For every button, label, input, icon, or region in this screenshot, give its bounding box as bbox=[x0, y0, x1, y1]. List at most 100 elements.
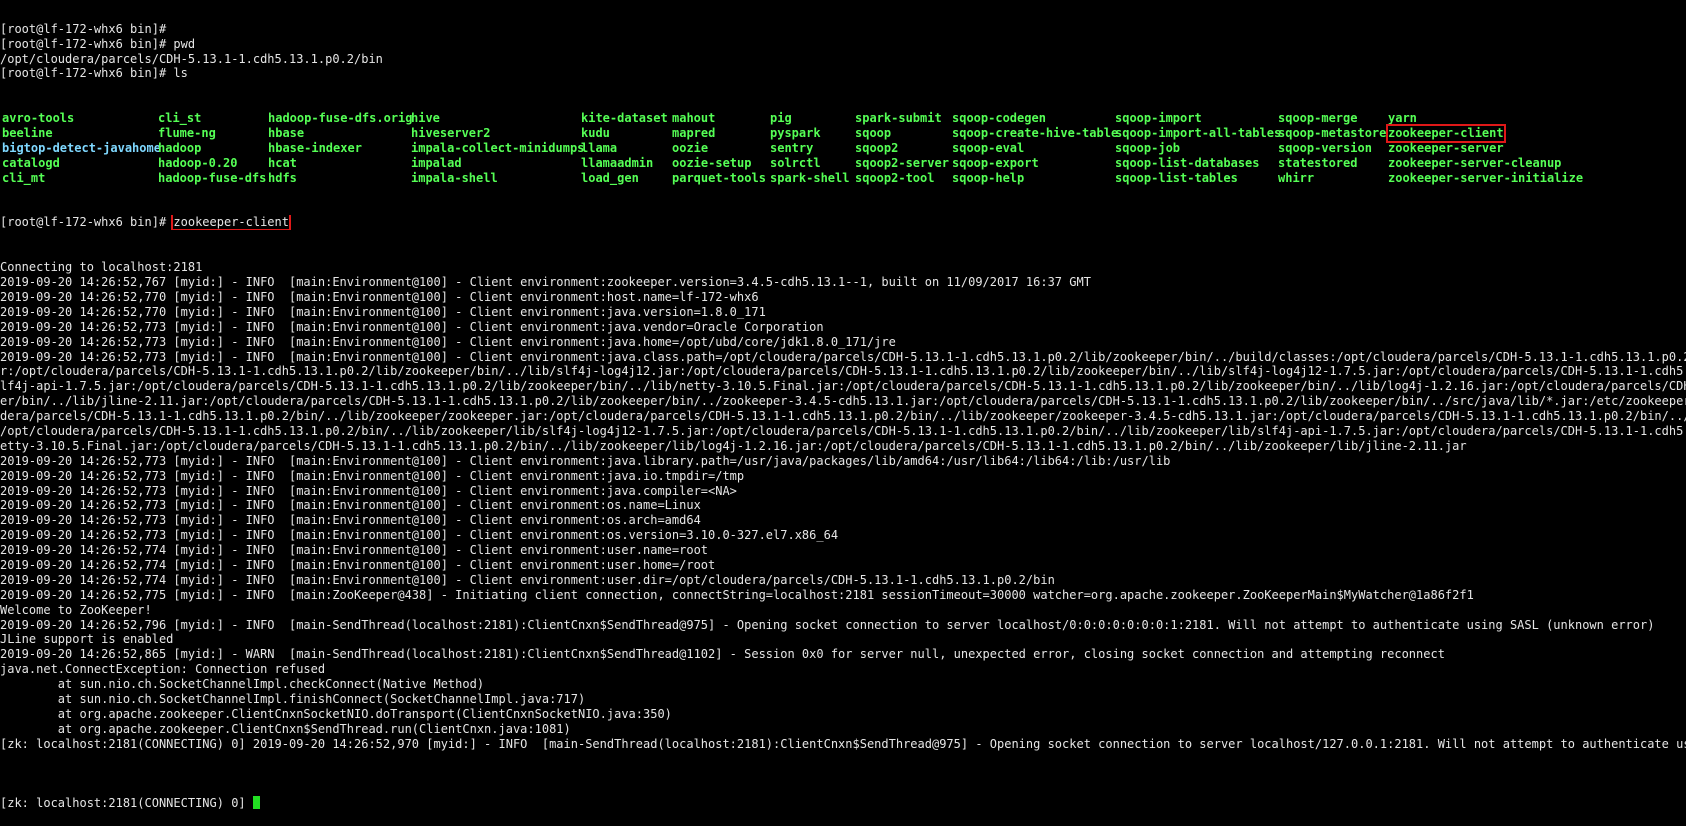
terminal-line: 2019-09-20 14:26:52,773 [myid:] - INFO [… bbox=[0, 483, 737, 498]
terminal-line: 2019-09-20 14:26:52,774 [myid:] - INFO [… bbox=[0, 543, 709, 558]
ls-entry: pig bbox=[770, 111, 792, 126]
terminal-line: 2019-09-20 14:26:52,774 [myid:] - INFO [… bbox=[0, 557, 716, 572]
terminal-line: 2019-09-20 14:26:52,865 [myid:] - WARN [… bbox=[0, 647, 1445, 662]
ls-entry: parquet-tools bbox=[672, 170, 766, 185]
ls-entry: llama bbox=[581, 140, 618, 155]
terminal-line: Connecting to localhost:2181 bbox=[0, 260, 203, 275]
terminal-line: at sun.nio.ch.SocketChannelImpl.finishCo… bbox=[0, 691, 586, 706]
ls-entry: oozie-setup bbox=[672, 155, 752, 170]
terminal-line: 2019-09-20 14:26:52,770 [myid:] - INFO [… bbox=[0, 289, 759, 304]
ls-entry: sqoop2-server bbox=[855, 155, 949, 170]
terminal-line: 2019-09-20 14:26:52,773 [myid:] - INFO [… bbox=[0, 528, 839, 543]
shell-prompt: [root@lf-172-whx6 bin]# bbox=[0, 215, 174, 230]
ls-entry: cli_mt bbox=[2, 170, 46, 185]
ls-entry: oozie bbox=[672, 140, 709, 155]
terminal-line: r:/opt/cloudera/parcels/CDH-5.13.1-1.cdh… bbox=[0, 364, 1686, 379]
ls-entry: sqoop bbox=[855, 126, 892, 141]
terminal-line: /opt/cloudera/parcels/CDH-5.13.1-1.cdh5.… bbox=[0, 423, 1686, 438]
terminal-line: etty-3.10.5.Final.jar:/opt/cloudera/parc… bbox=[0, 438, 1467, 453]
intro-lines: [root@lf-172-whx6 bin]# [root@lf-172-whx6… bbox=[0, 22, 1686, 82]
ls-entry: sqoop-import bbox=[1115, 111, 1202, 126]
terminal-line: 2019-09-20 14:26:52,773 [myid:] - INFO [… bbox=[0, 498, 701, 513]
ls-entry: hadoop bbox=[158, 140, 202, 155]
ls-entry: hiveserver2 bbox=[411, 126, 491, 141]
terminal-line: JLine support is enabled bbox=[0, 632, 174, 647]
ls-entry: sqoop-create-hive-table bbox=[952, 126, 1119, 141]
command-output: Connecting to localhost:2181 2019-09-20 1… bbox=[0, 260, 1686, 766]
ls-entry: impala-collect-minidumps bbox=[411, 140, 585, 155]
ls-entry: hadoop-0.20 bbox=[158, 155, 238, 170]
zk-prompt: [zk: localhost:2181(CONNECTING) 0] bbox=[0, 796, 253, 811]
ls-output: avro-tools cli_st hadoop-fuse-dfs.orig hive… bbox=[0, 111, 1686, 185]
terminal-line: [root@lf-172-whx6 bin]# pwd bbox=[0, 36, 196, 51]
ls-entry: load_gen bbox=[581, 170, 639, 185]
ls-entry: sqoop-eval bbox=[952, 140, 1025, 155]
ls-entry: sqoop-metastore bbox=[1278, 126, 1387, 141]
ls-entry: mapred bbox=[672, 126, 716, 141]
ls-entry: sqoop-export bbox=[952, 155, 1039, 170]
ls-entry: whirr bbox=[1278, 170, 1315, 185]
ls-entry: zookeeper-server-cleanup bbox=[1388, 155, 1562, 170]
ls-entry: sqoop-version bbox=[1278, 140, 1372, 155]
ls-entry: statestored bbox=[1278, 155, 1358, 170]
ls-entry: solrctl bbox=[770, 155, 821, 170]
terminal-line: 2019-09-20 14:26:52,773 [myid:] - INFO [… bbox=[0, 349, 1686, 364]
zk-prompt-line[interactable]: [zk: localhost:2181(CONNECTING) 0] bbox=[0, 796, 1686, 811]
terminal-line: at org.apache.zookeeper.ClientCnxnSocket… bbox=[0, 706, 672, 721]
terminal-line: 2019-09-20 14:26:52,775 [myid:] - INFO [… bbox=[0, 587, 1474, 602]
terminal-line: [root@lf-172-whx6 bin]# ls bbox=[0, 66, 188, 81]
ls-entry: hadoop-fuse-dfs bbox=[158, 170, 267, 185]
ls-entry: mahout bbox=[672, 111, 716, 126]
terminal-line: Welcome to ZooKeeper! bbox=[0, 602, 152, 617]
terminal-line: at org.apache.zookeeper.ClientCnxn$SendT… bbox=[0, 721, 571, 736]
terminal-line: 2019-09-20 14:26:52,773 [myid:] - INFO [… bbox=[0, 319, 824, 334]
terminal-line: 2019-09-20 14:26:52,796 [myid:] - INFO [… bbox=[0, 617, 1655, 632]
ls-row: avro-tools cli_st hadoop-fuse-dfs.orig hive… bbox=[0, 111, 1686, 126]
terminal-line: dera/parcels/CDH-5.13.1-1.cdh5.13.1.p0.2… bbox=[0, 409, 1686, 424]
ls-entry: sqoop2 bbox=[855, 140, 899, 155]
ls-entry: sqoop-list-databases bbox=[1115, 155, 1260, 170]
ls-row: bigtop-detect-javahome hadoop hbase-indexe… bbox=[0, 141, 1686, 156]
ls-row: cli_mt hadoop-fuse-dfs hdfs impala-shell loa… bbox=[0, 171, 1686, 186]
ls-entry: sqoop-import-all-tables bbox=[1115, 126, 1282, 141]
ls-entry: zookeeper-server-initialize bbox=[1388, 170, 1584, 185]
ls-entry: hbase bbox=[268, 126, 305, 141]
ls-entry: kudu bbox=[581, 126, 610, 141]
terminal-line: 2019-09-20 14:26:52,770 [myid:] - INFO [… bbox=[0, 304, 766, 319]
ls-entry: yarn bbox=[1388, 111, 1417, 126]
terminal-line: 2019-09-20 14:26:52,773 [myid:] - INFO [… bbox=[0, 468, 745, 483]
ls-entry: bigtop-detect-javahome bbox=[2, 140, 161, 155]
ls-row: beeline flume-ng hbase hiveserver2 kudu mapre… bbox=[0, 124, 1686, 143]
ls-entry: hcat bbox=[268, 155, 297, 170]
ls-entry: sqoop-list-tables bbox=[1115, 170, 1238, 185]
ls-entry: hdfs bbox=[268, 170, 297, 185]
ls-entry: hadoop-fuse-dfs.orig bbox=[268, 111, 413, 126]
ls-entry: sqoop-codegen bbox=[952, 111, 1046, 126]
terminal-window[interactable]: [root@lf-172-whx6 bin]# [root@lf-172-whx6… bbox=[0, 0, 1686, 826]
ls-entry: flume-ng bbox=[158, 126, 216, 141]
terminal-line: at sun.nio.ch.SocketChannelImpl.checkCon… bbox=[0, 677, 485, 692]
terminal-line: er/bin/../lib/jline-2.11.jar:/opt/cloude… bbox=[0, 394, 1686, 409]
ls-entry: spark-submit bbox=[855, 111, 942, 126]
ls-entry: impala-shell bbox=[411, 170, 498, 185]
ls-entry: sqoop-merge bbox=[1278, 111, 1358, 126]
terminal-line: 2019-09-20 14:26:52,767 [myid:] - INFO [… bbox=[0, 275, 1091, 290]
ls-entry: avro-tools bbox=[2, 111, 75, 126]
ls-entry: catalogd bbox=[2, 155, 60, 170]
ls-entry: kite-dataset bbox=[581, 111, 668, 126]
ls-entry: impalad bbox=[411, 155, 462, 170]
ls-entry: pyspark bbox=[770, 126, 821, 141]
terminal-line: /opt/cloudera/parcels/CDH-5.13.1-1.cdh5.… bbox=[0, 51, 383, 66]
ls-entry: zookeeper-server bbox=[1388, 140, 1504, 155]
ls-entry: sentry bbox=[770, 140, 814, 155]
ls-entry: llamaadmin bbox=[581, 155, 654, 170]
ls-entry: cli_st bbox=[158, 111, 202, 126]
terminal-line: 2019-09-20 14:26:52,774 [myid:] - INFO [… bbox=[0, 572, 1055, 587]
ls-entry: hbase-indexer bbox=[268, 140, 362, 155]
command-line: [root@lf-172-whx6 bin]# zookeeper-client bbox=[0, 215, 1686, 231]
ls-entry: hive bbox=[411, 111, 440, 126]
terminal-line: 2019-09-20 14:26:52,773 [myid:] - INFO [… bbox=[0, 334, 896, 349]
terminal-line: 2019-09-20 14:26:52,773 [myid:] - INFO [… bbox=[0, 453, 1171, 468]
ls-entry: sqoop-job bbox=[1115, 140, 1181, 155]
ls-entry: spark-shell bbox=[770, 170, 850, 185]
